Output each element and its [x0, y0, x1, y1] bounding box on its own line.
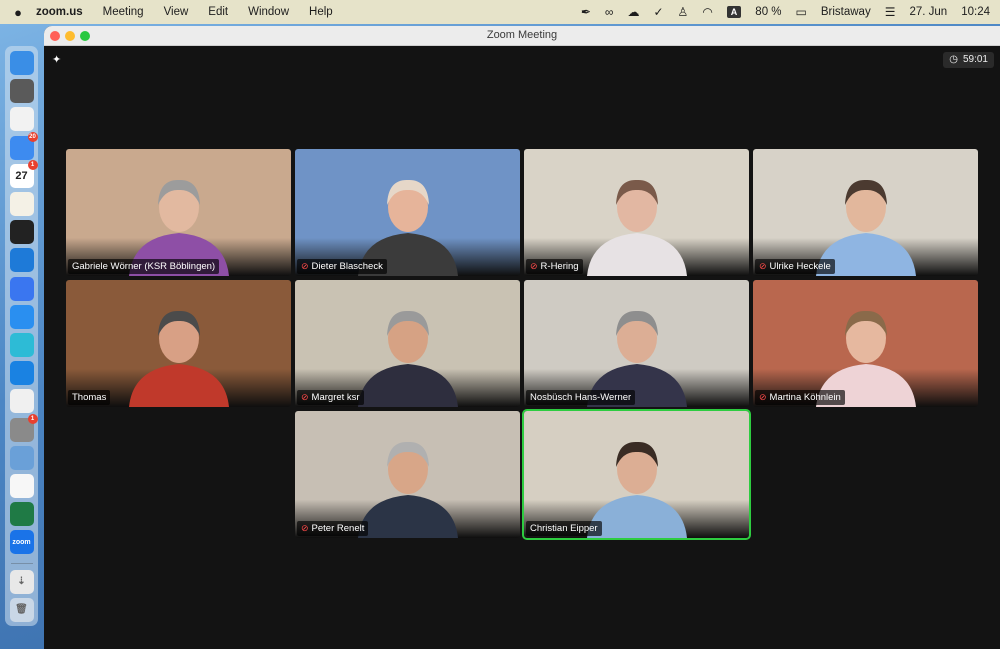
- participant-video-tile[interactable]: Nosbüsch Hans-Werner: [524, 280, 749, 407]
- zoom-meeting-window: Zoom Meeting ✦ ◷ 59:01 Gabriele Wörner (…: [44, 26, 1000, 649]
- ai-companion-icon[interactable]: ✦: [52, 53, 61, 66]
- printer-icon[interactable]: [9, 79, 34, 104]
- trash-icon[interactable]: 🗑: [9, 597, 34, 622]
- menu-bar: ● zoom.us Meeting View Edit Window Help …: [0, 0, 1000, 24]
- participant-name-tag: ⊘ Ulrike Heckele: [755, 259, 835, 274]
- participant-video-tile[interactable]: Christian Eipper: [524, 411, 749, 538]
- participant-name-tag: ⊘ Martina Köhnlein: [755, 390, 845, 405]
- participant-video-tile[interactable]: ⊘ Margret ksr: [295, 280, 520, 407]
- participant-name: Thomas: [72, 392, 107, 403]
- participant-name-tag: Gabriele Wörner (KSR Böblingen): [68, 259, 220, 274]
- menu-app-name[interactable]: zoom.us: [36, 6, 83, 18]
- menubar-date[interactable]: 27. Jun: [909, 6, 947, 18]
- menu-meeting[interactable]: Meeting: [103, 6, 144, 18]
- preview-icon[interactable]: [9, 445, 34, 470]
- participant-name-tag: Christian Eipper: [526, 521, 602, 536]
- participant-name: Margret ksr: [311, 392, 360, 403]
- participant-video-tile[interactable]: ⊘ R-Hering: [524, 149, 749, 276]
- excel-icon[interactable]: [9, 502, 34, 527]
- participant-name: Martina Köhnlein: [769, 392, 841, 403]
- notification-badge: 20: [27, 131, 38, 142]
- clock-icon: ◷: [949, 54, 958, 65]
- calendar-icon[interactable]: 27 1: [9, 159, 38, 188]
- wifi-icon[interactable]: ◠: [702, 5, 712, 19]
- battery-percentage: 80 %: [755, 6, 782, 18]
- participant-name: Nosbüsch Hans-Werner: [530, 392, 632, 403]
- downloads-icon[interactable]: ⇣: [9, 569, 34, 594]
- window-title: Zoom Meeting: [486, 29, 558, 41]
- pen-icon[interactable]: ✒: [581, 5, 591, 19]
- menubar-time[interactable]: 10:24: [961, 6, 990, 18]
- participant-video-tile[interactable]: ⊘ Martina Köhnlein: [753, 280, 978, 407]
- battery-icon[interactable]: ▭: [796, 5, 807, 19]
- cloud-icon[interactable]: ☁: [627, 5, 639, 19]
- participant-name-tag: Thomas: [68, 390, 111, 405]
- apple-menu-icon[interactable]: ●: [0, 5, 36, 20]
- participant-name-tag: ⊘ Dieter Blascheck: [297, 259, 387, 274]
- menu-view[interactable]: View: [164, 6, 189, 18]
- participant-video-tile[interactable]: ⊘ Dieter Blascheck: [295, 149, 520, 276]
- muted-microphone-icon: ⊘: [759, 392, 767, 402]
- figure-icon[interactable]: ♙: [678, 5, 689, 19]
- dock-separator: [10, 562, 33, 564]
- participant-silhouette: [128, 310, 229, 407]
- muted-microphone-icon: ⊘: [530, 261, 538, 271]
- check-circle-icon[interactable]: ✓: [653, 5, 663, 19]
- vscode-icon[interactable]: [9, 248, 34, 273]
- mail-icon[interactable]: 20: [9, 131, 38, 160]
- control-center-icon[interactable]: ☰: [885, 5, 896, 19]
- participant-name: Dieter Blascheck: [311, 261, 383, 272]
- participant-name: R-Hering: [540, 261, 579, 272]
- muted-microphone-icon: ⊘: [301, 392, 309, 402]
- dock-app-label: 27: [15, 169, 28, 182]
- participant-video-tile[interactable]: Gabriele Wörner (KSR Böblingen): [66, 149, 291, 276]
- nextcloud-icon[interactable]: [9, 361, 34, 386]
- participant-name: Gabriele Wörner (KSR Böblingen): [72, 261, 216, 272]
- participant-video-tile[interactable]: ⊘ Peter Renelt: [295, 411, 520, 538]
- notification-badge: 1: [27, 413, 38, 424]
- user-name[interactable]: Bristaway: [821, 6, 871, 18]
- meeting-timer: ◷ 59:01: [943, 52, 994, 68]
- muted-microphone-icon: ⊘: [759, 261, 767, 271]
- zoom-icon[interactable]: zoom: [9, 530, 34, 555]
- muted-microphone-icon: ⊘: [301, 523, 309, 533]
- participant-name: Christian Eipper: [530, 523, 598, 534]
- safari-icon[interactable]: [9, 304, 34, 329]
- system-settings-icon[interactable]: 1: [9, 413, 38, 442]
- glasses-icon[interactable]: ∞: [605, 5, 614, 19]
- participant-name: Ulrike Heckele: [769, 261, 831, 272]
- notes-icon[interactable]: [9, 192, 34, 216]
- participant-name-tag: ⊘ Peter Renelt: [297, 521, 369, 536]
- launchpad-icon[interactable]: [9, 107, 34, 132]
- menu-edit[interactable]: Edit: [208, 6, 228, 18]
- participant-name-tag: Nosbüsch Hans-Werner: [526, 390, 636, 405]
- timer-value: 59:01: [962, 54, 988, 65]
- status-area: ✒ ∞ ☁ ✓ ♙ ◠ A 80 % ▭ Bristaway ☰ 27. Jun…: [581, 0, 990, 24]
- dock: 20 27 1 1 zoom ⇣ 🗑: [5, 46, 38, 626]
- notification-badge: 1: [27, 159, 38, 170]
- dock-app-label: zoom: [12, 538, 31, 546]
- participant-name: Peter Renelt: [311, 523, 365, 534]
- vlc-icon[interactable]: [9, 389, 34, 414]
- finder-icon[interactable]: [9, 51, 34, 75]
- input-source-indicator[interactable]: A: [726, 6, 742, 18]
- stack-icon[interactable]: [9, 333, 34, 357]
- participant-name-tag: ⊘ R-Hering: [526, 259, 583, 274]
- muted-microphone-icon: ⊘: [301, 261, 309, 271]
- title-bar[interactable]: Zoom Meeting: [44, 26, 1000, 46]
- menu-help[interactable]: Help: [309, 6, 333, 18]
- textedit-icon[interactable]: [9, 474, 34, 498]
- signal-icon[interactable]: [9, 276, 34, 301]
- participant-video-tile[interactable]: Thomas: [66, 280, 291, 407]
- participant-name-tag: ⊘ Margret ksr: [297, 390, 364, 405]
- menu-window[interactable]: Window: [248, 6, 289, 18]
- participant-video-tile[interactable]: ⊘ Ulrike Heckele: [753, 149, 978, 276]
- participant-silhouette: [357, 310, 458, 407]
- terminal-icon[interactable]: [9, 220, 34, 245]
- participant-silhouette: [586, 179, 687, 276]
